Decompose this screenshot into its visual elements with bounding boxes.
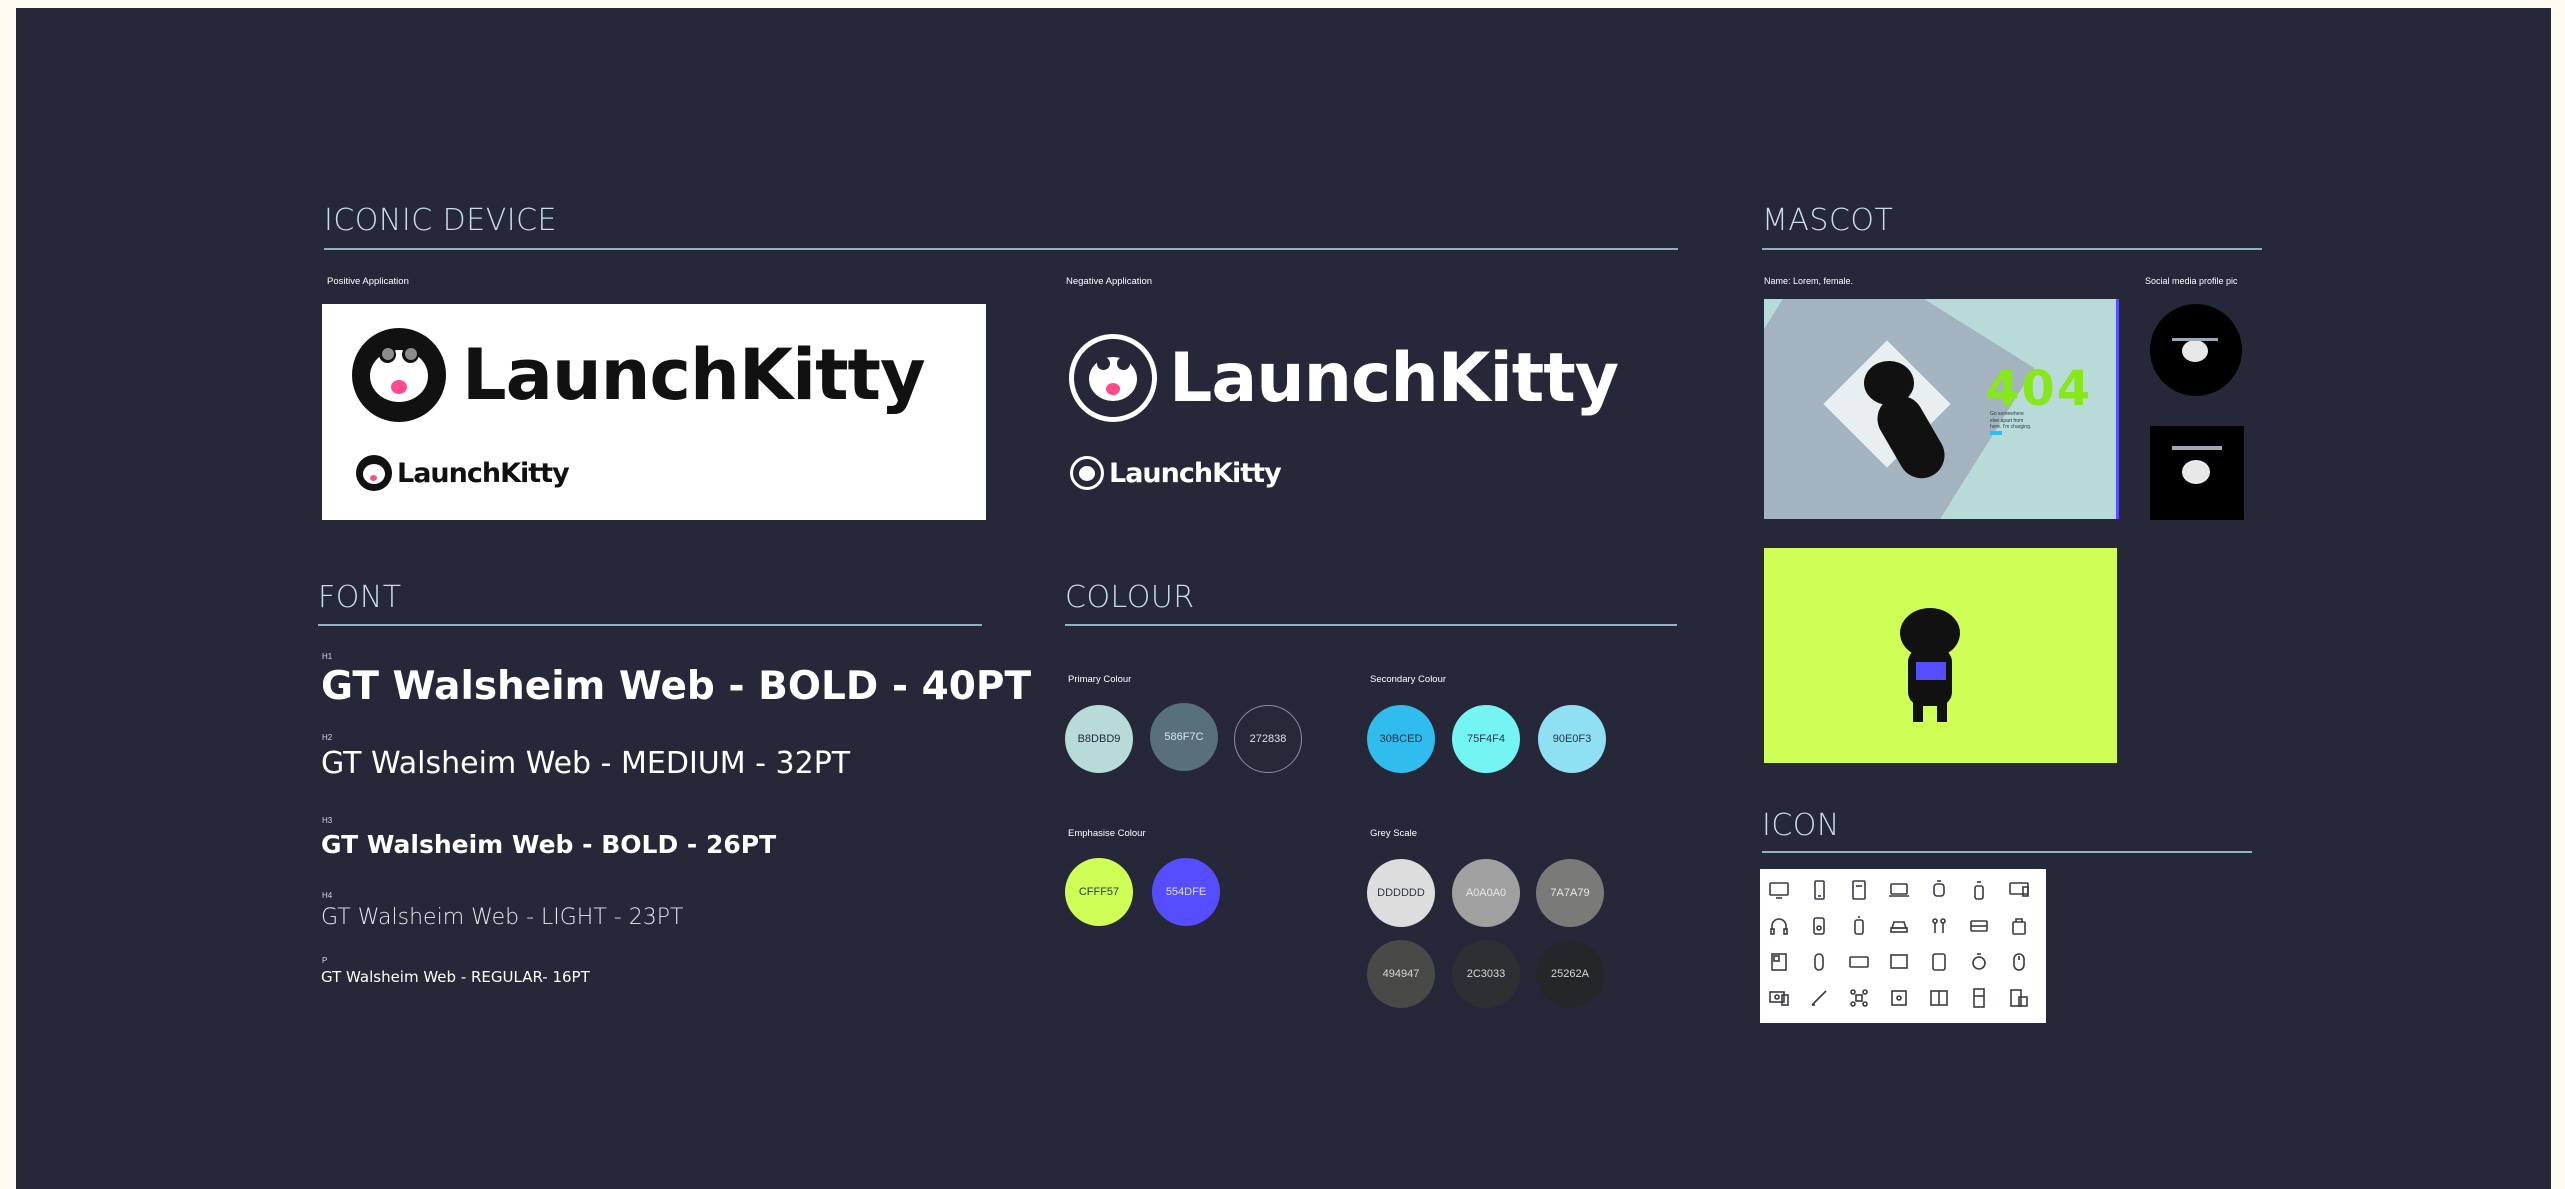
social-profile-circle	[2150, 304, 2242, 396]
tablet-icon	[1846, 877, 1872, 903]
negative-application-caption: Negative Application	[1066, 276, 1153, 287]
card-icon	[1846, 949, 1872, 975]
grey-scale-label: Grey Scale	[1370, 828, 1417, 839]
secondary-colour-label: Secondary Colour	[1370, 674, 1447, 685]
colour-swatch-75f4f4: 75F4F4	[1452, 705, 1520, 773]
icon-rule	[1762, 851, 2252, 853]
phone-icon	[1806, 877, 1832, 903]
font-tag-h1: H1	[322, 652, 333, 661]
brand-wordmark: LaunchKitty	[1169, 338, 1619, 418]
mascot-title: MASCOT	[1762, 203, 1894, 238]
cat-logo-icon	[1070, 456, 1104, 490]
tv-icon	[1886, 949, 1912, 975]
capsule-icon	[1806, 949, 1832, 975]
colour-swatch-30bced: 30BCED	[1367, 705, 1435, 773]
mascot-rule	[1762, 248, 2262, 250]
error-message: Go somewhere else apart from here. I'm c…	[1990, 411, 2032, 430]
projector-icon	[1766, 985, 1792, 1011]
font-title: FONT	[318, 580, 402, 615]
negative-logo-small: LaunchKitty	[1070, 456, 1282, 490]
colour-swatch-25262a: 25262A	[1536, 940, 1604, 1008]
mouse-icon	[2006, 949, 2032, 975]
colour-swatch-a0a0a0: A0A0A0	[1452, 859, 1520, 927]
earbuds-icon	[1926, 913, 1952, 939]
colour-swatch-b8dbd9: B8DBD9	[1065, 705, 1133, 773]
colour-swatch-cfff57: CFFF57	[1065, 858, 1133, 926]
font-tag-p: P	[322, 956, 328, 965]
social-profile-square	[2150, 426, 2244, 520]
colour-swatch-dddddd: DDDDDD	[1367, 859, 1435, 927]
colour-swatch-7a7a79: 7A7A79	[1536, 859, 1604, 927]
negative-logo-panel: LaunchKitty LaunchKitty	[1066, 304, 1676, 520]
printer-icon	[1966, 913, 1992, 939]
colour-swatch-494947: 494947	[1367, 940, 1435, 1008]
headphones-icon	[1766, 913, 1792, 939]
cat-logo-icon	[356, 455, 392, 491]
positive-logo-large: LaunchKitty	[352, 328, 926, 422]
laptop-icon	[1886, 877, 1912, 903]
font-sample-h3: GT Walsheim Web - BOLD - 26PT	[321, 830, 777, 859]
camera-icon	[1886, 985, 1912, 1011]
colour-swatch-554dfe: 554DFE	[1152, 858, 1220, 926]
iconic-device-title: ICONIC DEVICE	[324, 203, 558, 238]
colour-rule	[1065, 624, 1677, 626]
brand-wordmark: LaunchKitty	[397, 457, 570, 489]
mascot-name-caption: Name: Lorem, female.	[1764, 276, 1854, 286]
font-tag-h2: H2	[322, 733, 333, 742]
cat-logo-icon	[1069, 334, 1157, 422]
fridge-icon	[1966, 985, 1992, 1011]
font-sample-h2: GT Walsheim Web - MEDIUM - 32PT	[321, 746, 851, 781]
positive-logo-small: LaunchKitty	[356, 455, 570, 491]
font-rule	[318, 624, 982, 626]
watch-icon	[1926, 877, 1952, 903]
colour-swatch-2c3033: 2C3033	[1452, 940, 1520, 1008]
iconic-device-rule	[324, 248, 1678, 250]
monitor-icon	[1766, 877, 1792, 903]
pen-icon	[1806, 985, 1832, 1011]
cup-icon	[1846, 913, 1872, 939]
colour-swatch-586f7c: 586F7C	[1150, 703, 1218, 771]
emphasise-colour-label: Emphasise Colour	[1068, 828, 1146, 839]
font-tag-h4: H4	[322, 891, 333, 900]
devices-icon	[2006, 985, 2032, 1011]
book-icon	[1926, 985, 1952, 1011]
speaker-icon	[1806, 913, 1832, 939]
colour-title: COLOUR	[1065, 580, 1195, 615]
font-sample-p: GT Walsheim Web - REGULAR- 16PT	[321, 968, 590, 986]
font-sample-h4: GT Walsheim Web - LIGHT - 23PT	[321, 905, 684, 930]
error-404-text: 404	[1986, 361, 2093, 417]
positive-application-caption: Positive Application	[327, 276, 409, 287]
mascot-yellow-illustration	[1764, 548, 2117, 763]
display-icon	[2006, 877, 2032, 903]
mascot-404-illustration: 404 Go somewhere else apart from here. I…	[1764, 299, 2119, 519]
font-sample-h1: GT Walsheim Web - BOLD - 40PT	[321, 664, 1032, 709]
brand-board: ICONIC DEVICE Positive Application Negat…	[16, 8, 2551, 1189]
font-tag-h3: H3	[322, 816, 333, 825]
primary-colour-label: Primary Colour	[1068, 674, 1132, 685]
negative-logo-large: LaunchKitty	[1069, 334, 1619, 422]
brand-wordmark: LaunchKitty	[1109, 457, 1282, 489]
mascot-laptop	[1916, 662, 1946, 680]
social-media-caption: Social media profile pic	[2145, 276, 2238, 286]
brand-wordmark: LaunchKitty	[462, 334, 926, 416]
colour-swatch-90e0f3: 90E0F3	[1538, 705, 1606, 773]
bottle-icon	[1966, 877, 1992, 903]
error-button	[1990, 431, 2002, 435]
frame-icon	[1766, 949, 1792, 975]
bag-icon	[2006, 913, 2032, 939]
cat-logo-icon	[352, 328, 446, 422]
colour-swatch-272838: 272838	[1234, 705, 1302, 773]
positive-logo-panel: LaunchKitty LaunchKitty	[322, 304, 986, 520]
clock-icon	[1966, 949, 1992, 975]
icon-grid	[1760, 869, 2046, 1023]
car-icon	[1886, 913, 1912, 939]
drone-icon	[1846, 985, 1872, 1011]
square-icon	[1926, 949, 1952, 975]
icon-title: ICON	[1762, 808, 1840, 843]
